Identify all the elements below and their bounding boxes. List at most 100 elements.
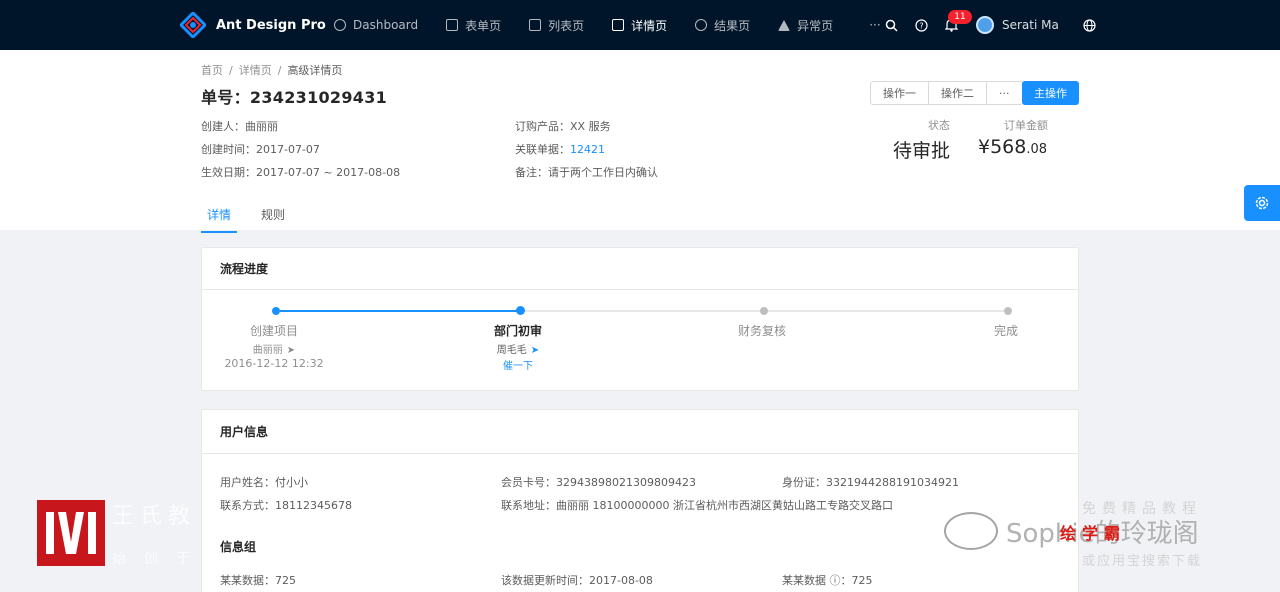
related-label: 关联单据：	[515, 143, 570, 156]
step-connector	[524, 310, 764, 312]
top-header: Ant Design Pro Dashboard 表单页 列表页 详情页 结果页…	[0, 0, 1280, 50]
progress-card: 流程进度 创建项目 曲丽丽 ➤ 2016-12-12 12:32 部门初审 周毛毛…	[201, 247, 1079, 391]
step-title-create: 创建项目	[249, 324, 298, 338]
dingding-icon: ➤	[286, 345, 296, 356]
nav-label: 列表页	[548, 18, 585, 33]
ant-design-logo-icon	[178, 10, 208, 40]
urge-link[interactable]: 催一下	[448, 357, 588, 372]
step-title-review: 部门初审	[493, 324, 542, 338]
watermark-brand: Sophie的玲珑阁 绘学霸	[944, 512, 1199, 550]
nav-exception[interactable]: 异常页	[764, 0, 847, 50]
step-title-finance: 财务复核	[737, 324, 786, 338]
step-person-name: 曲丽丽	[252, 345, 283, 356]
action-one-button[interactable]: 操作一	[870, 81, 929, 105]
step-connector	[768, 310, 1008, 312]
more-actions-button[interactable]: ···	[986, 81, 1023, 105]
amount-label: 订单金额	[1004, 119, 1048, 132]
note-field: 备注：请于两个工作日内确认	[515, 166, 658, 179]
data-update-field: 该数据更新时间：2017-08-08	[501, 574, 653, 587]
dingding-icon: ➤	[530, 345, 540, 356]
member-card-field: 会员卡号：32943898021309809423	[501, 476, 696, 489]
step-dot-1	[272, 307, 280, 315]
nav-dashboard[interactable]: Dashboard	[320, 0, 432, 50]
nav-label: 异常页	[797, 18, 834, 33]
gear-icon	[1255, 196, 1269, 210]
watermark-text: 始创于	[112, 551, 208, 567]
help-icon[interactable]: ?	[906, 0, 936, 50]
breadcrumb-current: 高级详情页	[287, 64, 343, 77]
page-title: 单号：234231029431	[201, 88, 388, 107]
step-dot-3	[760, 307, 768, 315]
nav-label: 详情页	[631, 18, 668, 33]
step-title-finish: 完成	[993, 324, 1018, 338]
progress-steps: 创建项目 曲丽丽 ➤ 2016-12-12 12:32 部门初审 周毛毛 ➤ 催一下…	[202, 290, 1078, 390]
app-logo[interactable]: Ant Design Pro	[178, 10, 326, 40]
table-icon	[529, 19, 542, 31]
status-value: 待审批	[893, 140, 951, 162]
info-group-title: 信息组	[220, 540, 257, 554]
breadcrumb: 首页 / 详情页 / 高级详情页	[201, 62, 342, 78]
top-nav: Dashboard 表单页 列表页 详情页 结果页 异常页 ···	[320, 0, 903, 50]
user-info-card: 用户信息 用户姓名：付小小 会员卡号：32943898021309809423 …	[201, 409, 1079, 592]
created-time-field: 创建时间：2017-07-07	[201, 143, 320, 156]
settings-drawer-button[interactable]	[1244, 185, 1280, 221]
nav-result[interactable]: 结果页	[681, 0, 764, 50]
progress-card-title: 流程进度	[202, 248, 1078, 290]
phone-field: 联系方式：18112345678	[220, 499, 352, 512]
dashboard-icon	[334, 19, 346, 31]
status-label: 状态	[928, 119, 950, 132]
address-field: 联系地址：曲丽丽 18100000000 浙江省杭州市西湖区黄姑山路工专路交叉路…	[501, 499, 893, 512]
avatar	[976, 16, 994, 34]
form-icon	[446, 19, 459, 31]
breadcrumb-separator: /	[277, 64, 282, 77]
header-tools: ? 11 Serati Ma	[876, 0, 1105, 50]
watermark-text: 或应用宝搜索下载	[1082, 554, 1203, 569]
svg-text:?: ?	[919, 21, 923, 30]
action-button-group: 操作一 操作二 ···	[870, 81, 1023, 105]
nav-label: Dashboard	[353, 18, 419, 32]
creator-field: 创建人：曲丽丽	[201, 120, 278, 133]
effective-date-field: 生效日期：2017-07-07 ~ 2017-08-08	[201, 166, 401, 179]
step-connector-done	[280, 310, 520, 312]
amount-decimal: .08	[1026, 142, 1048, 157]
primary-action-button[interactable]: 主操作	[1022, 81, 1079, 105]
id-card-field: 身份证：3321944288191034921	[782, 476, 959, 489]
profile-icon	[612, 19, 625, 31]
related-field: 关联单据：12421	[515, 141, 605, 157]
data-field-3: 某某数据 ⓘ：725	[782, 574, 873, 587]
wechat-icon	[944, 512, 998, 550]
step-person-name: 周毛毛	[496, 345, 527, 356]
nav-list[interactable]: 列表页	[515, 0, 598, 50]
product-field: 订购产品：XX 服务	[515, 120, 611, 133]
breadcrumb-separator: /	[229, 64, 233, 77]
user-menu[interactable]: Serati Ma	[976, 16, 1059, 34]
bell-icon[interactable]	[936, 0, 966, 50]
step-time: 2016-12-12 12:32	[224, 357, 324, 370]
check-circle-icon	[695, 19, 708, 31]
user-name-field: 用户姓名：付小小	[220, 476, 308, 489]
tab-rules[interactable]: 规则	[255, 198, 291, 233]
nav-profile[interactable]: 详情页	[598, 0, 681, 50]
data-field-1: 某某数据：725	[220, 574, 296, 587]
watermark-text: 王氏教	[112, 504, 197, 529]
detail-tabs: 详情 规则	[201, 198, 309, 233]
nav-label: 表单页	[465, 18, 502, 33]
step-person: 周毛毛 ➤	[448, 341, 588, 356]
amount-main: ¥568	[978, 136, 1027, 158]
nav-form[interactable]: 表单页	[432, 0, 515, 50]
tab-detail[interactable]: 详情	[201, 198, 238, 233]
nav-label: 结果页	[714, 18, 751, 33]
step-person: 曲丽丽 ➤	[204, 341, 344, 356]
amount-value: ¥568.08	[978, 136, 1047, 158]
related-link[interactable]: 12421	[570, 143, 605, 156]
watermark-red-text: 绘学霸	[1060, 524, 1127, 543]
watermark-w-icon	[46, 512, 96, 554]
step-dot-2	[516, 306, 525, 315]
action-two-button[interactable]: 操作二	[928, 81, 987, 105]
breadcrumb-profile[interactable]: 详情页	[239, 64, 272, 77]
breadcrumb-home[interactable]: 首页	[201, 64, 223, 77]
warning-icon	[778, 19, 791, 31]
page-header: 首页 / 详情页 / 高级详情页 单号：234231029431 创建人：曲丽丽 创建时…	[0, 50, 1280, 233]
globe-icon[interactable]	[1075, 0, 1105, 50]
search-icon[interactable]	[876, 0, 906, 50]
